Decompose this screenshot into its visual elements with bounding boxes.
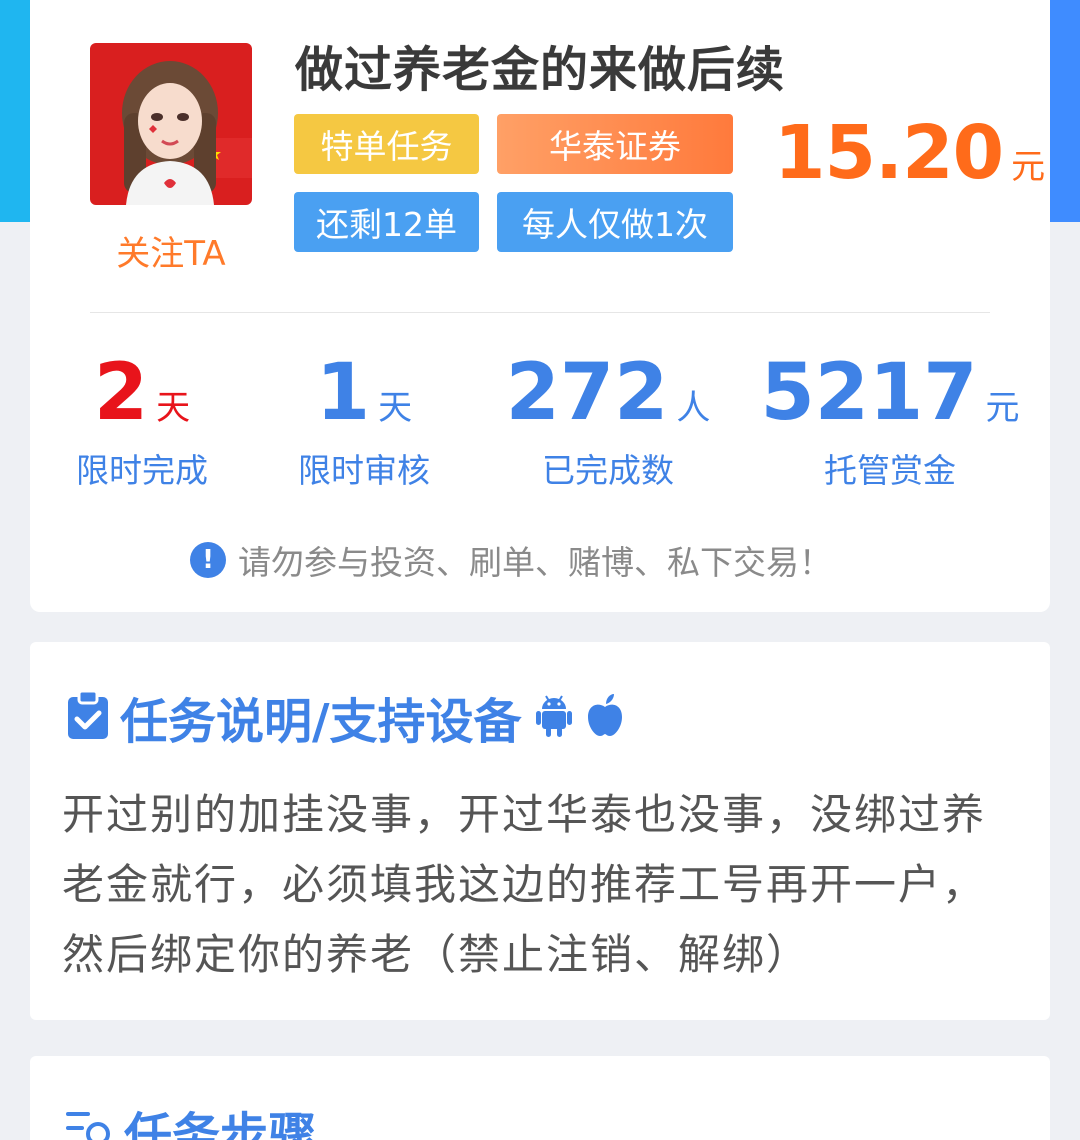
list-search-icon — [66, 1106, 114, 1140]
stat-label: 托管赏金 — [824, 451, 956, 490]
divider — [90, 312, 990, 313]
description-text: 开过别的加挂没事，开过华泰也没事，没绑过养老金就行，必须填我这边的推荐工号再开一… — [62, 790, 987, 979]
android-icon — [535, 693, 572, 741]
stat-value: 1 — [315, 348, 371, 438]
task-summary-card: 关注TA 做过养老金的来做后续 特单任务 华泰证券 还剩12单 每人仅做1次 1… — [30, 0, 1050, 612]
stat-escrow-reward: 5217 元 托管赏金 — [760, 348, 1019, 492]
stat-completion-time-limit: 2 天 限时完成 — [60, 348, 224, 492]
stat-unit: 人 — [676, 388, 711, 428]
stat-label: 限时完成 — [76, 451, 208, 490]
stat-value: 2 — [93, 348, 149, 438]
stat-value: 272 — [505, 348, 669, 438]
steps-heading-text: 任务步骤 — [124, 1108, 317, 1140]
stat-unit: 元 — [985, 388, 1020, 428]
exclamation-icon: ! — [190, 542, 226, 578]
follow-button[interactable]: 关注TA — [80, 226, 262, 275]
tag-special-task: 特单任务 — [294, 114, 479, 174]
stat-unit: 天 — [156, 388, 191, 428]
warning-notice: ! 请勿参与投资、刷单、赌博、私下交易！ — [190, 536, 832, 584]
stat-value: 5217 — [760, 348, 978, 438]
stat-unit: 天 — [378, 388, 413, 428]
stat-completed-count: 272 人 已完成数 — [505, 348, 711, 492]
price-value: 15.20 — [774, 110, 1004, 196]
task-title: 做过养老金的来做后续 — [295, 42, 786, 98]
stat-label: 已完成数 — [542, 451, 674, 490]
description-heading: 任务说明/支持设备 — [66, 682, 624, 752]
apple-icon — [586, 693, 624, 741]
tag-platform: 华泰证券 — [497, 114, 733, 174]
tag-remaining-orders: 还剩12单 — [294, 192, 479, 252]
stat-label: 限时审核 — [298, 451, 430, 490]
steps-heading: 任务步骤 — [66, 1096, 316, 1140]
task-steps-card: 任务步骤 — [30, 1056, 1050, 1140]
publisher-avatar[interactable] — [90, 43, 252, 205]
price-unit: 元 — [1011, 147, 1046, 187]
task-description-card: 任务说明/支持设备 开过别的加挂没事，开过华泰也没事，没绑过养老金就行，必须填我… — [30, 642, 1050, 1020]
stat-review-time-limit: 1 天 限时审核 — [282, 348, 446, 492]
warning-text: 请勿参与投资、刷单、赌博、私下交易！ — [238, 543, 832, 582]
description-heading-text: 任务说明/支持设备 — [120, 694, 522, 750]
clipboard-check-icon — [66, 689, 110, 745]
tag-once-per-person: 每人仅做1次 — [497, 192, 733, 252]
reward-price: 15.20 元 — [774, 110, 1045, 196]
